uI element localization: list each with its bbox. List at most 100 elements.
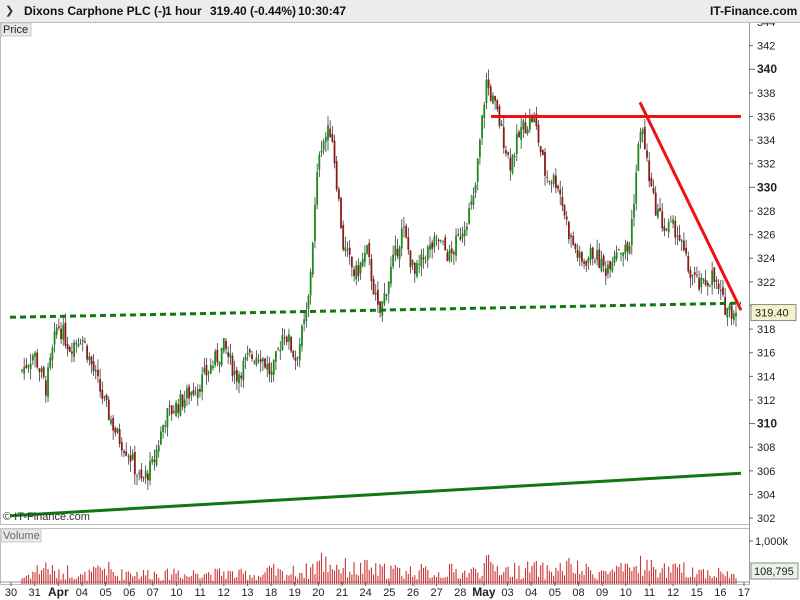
candle-body <box>84 341 86 343</box>
candle-body <box>574 244 577 250</box>
y-tick-label: 330 <box>757 180 777 194</box>
x-tick-label: 10 <box>620 587 632 599</box>
x-tick-label: Apr <box>48 585 69 599</box>
candle-body <box>31 355 34 361</box>
candle-body <box>214 351 217 366</box>
x-tick-label: 11 <box>194 587 205 599</box>
candle-body <box>303 319 306 324</box>
y-tick-label: 318 <box>757 324 775 336</box>
candle-body <box>633 203 635 218</box>
candle-body <box>201 374 204 393</box>
candle-body <box>355 265 358 280</box>
candle-body <box>270 371 273 375</box>
candle-body <box>322 141 325 150</box>
candle-body <box>136 475 138 477</box>
candle-body <box>468 207 470 224</box>
candle-body <box>396 248 399 257</box>
candle-body <box>77 344 80 347</box>
candle-body <box>120 442 123 451</box>
candle-body <box>400 228 403 249</box>
candle-body <box>594 261 596 262</box>
candle-body <box>528 116 531 130</box>
candle-body <box>29 363 32 369</box>
candle-body <box>359 262 362 274</box>
candle-body <box>422 257 425 260</box>
candle-body <box>424 260 427 262</box>
candle-body <box>511 154 514 173</box>
y-tick-label: 322 <box>757 277 775 289</box>
candle-body <box>541 150 544 156</box>
candle-body <box>602 255 605 266</box>
candle-body <box>539 146 542 153</box>
candle-body <box>212 365 214 369</box>
last-price-value: 319.40 <box>755 308 789 320</box>
candle-body <box>554 175 557 188</box>
candle-body <box>285 336 288 343</box>
candle-body <box>706 282 709 287</box>
candle-body <box>489 86 492 101</box>
candle-body <box>55 327 58 335</box>
candle-body <box>600 258 603 272</box>
candle-body <box>238 374 240 384</box>
candle-body <box>47 367 49 397</box>
candle-body <box>366 245 368 254</box>
candle-body <box>624 244 627 254</box>
x-tick-label: 24 <box>360 587 372 599</box>
y-tick-label: 326 <box>757 230 775 242</box>
candle-body <box>505 150 507 154</box>
y-tick-label: 304 <box>757 489 775 501</box>
candle-body <box>99 379 102 392</box>
brand-link[interactable]: IT-Finance.com <box>710 4 797 18</box>
candle-body <box>81 339 84 342</box>
x-tick-label: 19 <box>289 587 301 599</box>
candle-body <box>94 370 97 372</box>
last-change: 319.40 (-0.44%) <box>210 4 297 18</box>
candle-body <box>457 233 460 236</box>
candle-body <box>628 245 631 254</box>
y-tick-label: 342 <box>757 41 775 53</box>
candle-body <box>181 395 184 407</box>
x-tick-label: 11 <box>644 587 655 599</box>
candle-body <box>515 133 518 154</box>
candle-body <box>60 328 62 340</box>
candle-body <box>353 269 355 276</box>
candle-body <box>676 235 679 237</box>
y-tick-label: 338 <box>757 88 775 100</box>
x-tick-label: 10 <box>170 587 182 599</box>
candle-body <box>103 396 106 398</box>
candle-body <box>641 129 644 135</box>
candle-body <box>732 313 735 320</box>
candle-body <box>368 242 371 257</box>
candle-body <box>51 347 54 361</box>
candle-body <box>324 136 327 142</box>
candle-body <box>463 229 466 236</box>
candle-body <box>678 234 681 241</box>
candle-body <box>190 392 193 396</box>
candle-body <box>444 237 447 251</box>
candle-body <box>544 152 546 176</box>
candle-body <box>635 172 638 204</box>
candle-body <box>44 380 47 396</box>
candle-body <box>429 244 431 250</box>
candle-body <box>272 359 275 376</box>
candle-body <box>617 249 620 251</box>
candle-body <box>485 79 488 103</box>
candle-body <box>144 471 147 478</box>
candle-body <box>507 152 510 155</box>
candle-body <box>75 342 78 345</box>
candle-body <box>526 129 529 134</box>
candle-body <box>405 225 408 238</box>
chevron-icon[interactable]: ❯ <box>5 4 14 17</box>
candle-body <box>433 236 436 248</box>
x-tick-label: 07 <box>147 587 159 599</box>
candle-body <box>413 262 416 274</box>
candle-body <box>585 261 588 266</box>
candle-body <box>255 357 258 365</box>
candle-body <box>268 363 271 375</box>
timeframe-label[interactable]: 1 hour <box>165 4 202 18</box>
candle-body <box>416 263 418 277</box>
candle-body <box>177 404 180 413</box>
candle-body <box>461 233 464 238</box>
candle-body <box>318 154 321 170</box>
candle-body <box>162 424 164 432</box>
